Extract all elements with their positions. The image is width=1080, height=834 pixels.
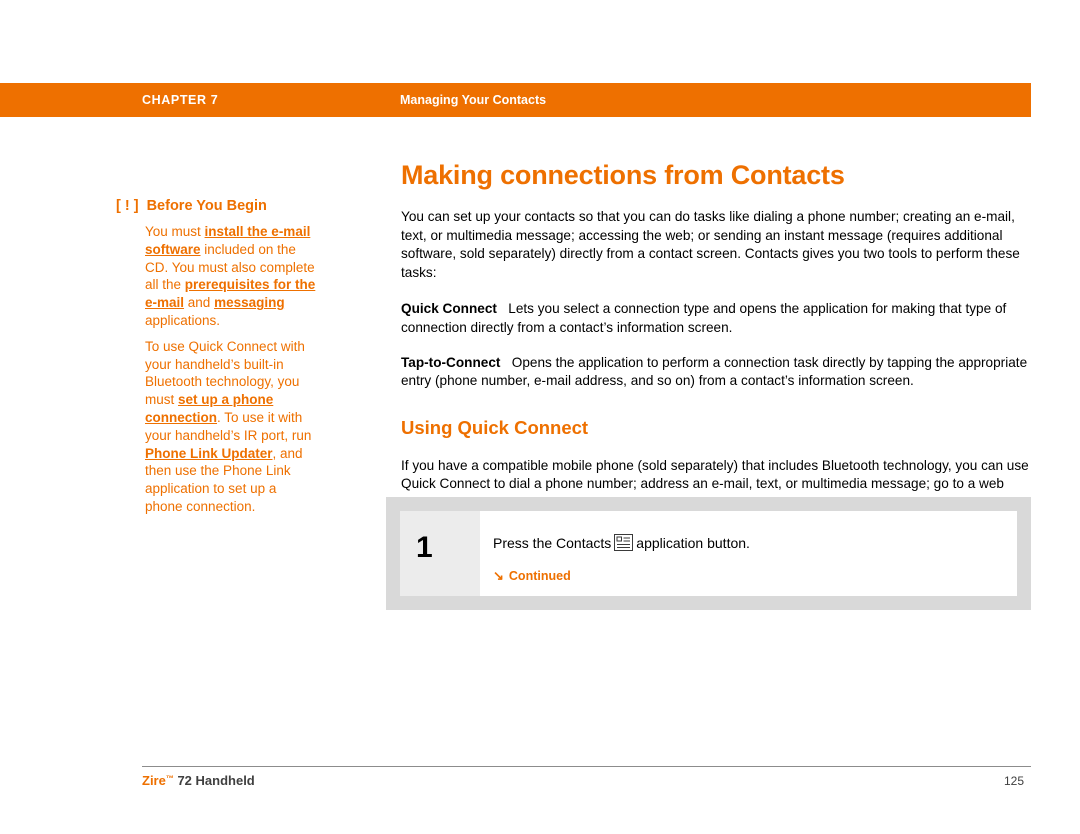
note-p1-text-a: You must bbox=[145, 224, 205, 239]
arrow-down-right-icon: ↘ bbox=[493, 568, 504, 583]
section-title-using-quick-connect: Using Quick Connect bbox=[401, 416, 589, 438]
tap-to-connect-term: Tap-to-Connect bbox=[401, 354, 501, 370]
tap-to-connect-paragraph: Tap-to-Connect Opens the application to … bbox=[401, 354, 1031, 391]
note-paragraph-2: To use Quick Connect with your handheld’… bbox=[145, 338, 316, 516]
note-heading-row: [ ! ] Before You Begin bbox=[116, 198, 316, 214]
intro-paragraph: You can set up your contacts so that you… bbox=[401, 208, 1031, 282]
quick-connect-spacer bbox=[497, 301, 508, 316]
page-title: Making connections from Contacts bbox=[401, 160, 845, 190]
step-number-cell: 1 bbox=[400, 511, 480, 596]
trademark-icon: ™ bbox=[165, 774, 174, 783]
note-paragraph-1: You must install the e-mail software inc… bbox=[145, 223, 316, 330]
step-text-before: Press the Contacts bbox=[493, 535, 612, 551]
step-instruction: Press the Contacts application button. bbox=[493, 534, 750, 551]
warning-bang-icon: [ ! ] bbox=[116, 198, 139, 214]
note-body: You must install the e-mail software inc… bbox=[145, 223, 316, 516]
quick-connect-paragraph: Quick Connect Lets you select a connecti… bbox=[401, 300, 1031, 337]
footer-product-name: Zire bbox=[142, 773, 166, 788]
link-phone-link-updater[interactable]: Phone Link Updater bbox=[145, 446, 273, 461]
contacts-application-icon bbox=[614, 534, 634, 551]
main-content-column: Making connections from Contacts You can… bbox=[401, 160, 1031, 513]
step-inner-panel: 1 Press the Contacts application button. … bbox=[400, 511, 1017, 596]
footer-product-suffix: 72 Handheld bbox=[173, 773, 255, 788]
step-callout-box: 1 Press the Contacts application button. … bbox=[386, 497, 1031, 610]
footer-divider bbox=[142, 766, 1031, 767]
page-number: 125 bbox=[1004, 774, 1025, 788]
page-header-bar: CHAPTER 7 Managing Your Contacts bbox=[0, 83, 1031, 117]
step-text-after: application button. bbox=[636, 535, 750, 551]
continued-label: Continued bbox=[508, 569, 571, 583]
footer-product-label: Zire™ 72 Handheld bbox=[142, 773, 255, 788]
note-p1-text-d: applications. bbox=[145, 312, 221, 328]
quick-connect-term: Quick Connect bbox=[401, 301, 497, 317]
before-you-begin-note: [ ! ] Before You Begin You must install … bbox=[116, 198, 316, 516]
tap-to-connect-spacer bbox=[500, 355, 511, 370]
note-p1-text-c: and bbox=[184, 295, 215, 311]
link-messaging[interactable]: messaging bbox=[214, 295, 285, 310]
continued-marker: ↘ Continued bbox=[493, 568, 571, 584]
step-number: 1 bbox=[416, 531, 433, 564]
header-section-label: Managing Your Contacts bbox=[400, 93, 547, 107]
note-heading-label: Before You Begin bbox=[146, 198, 267, 214]
header-chapter-label: CHAPTER 7 bbox=[142, 93, 219, 107]
